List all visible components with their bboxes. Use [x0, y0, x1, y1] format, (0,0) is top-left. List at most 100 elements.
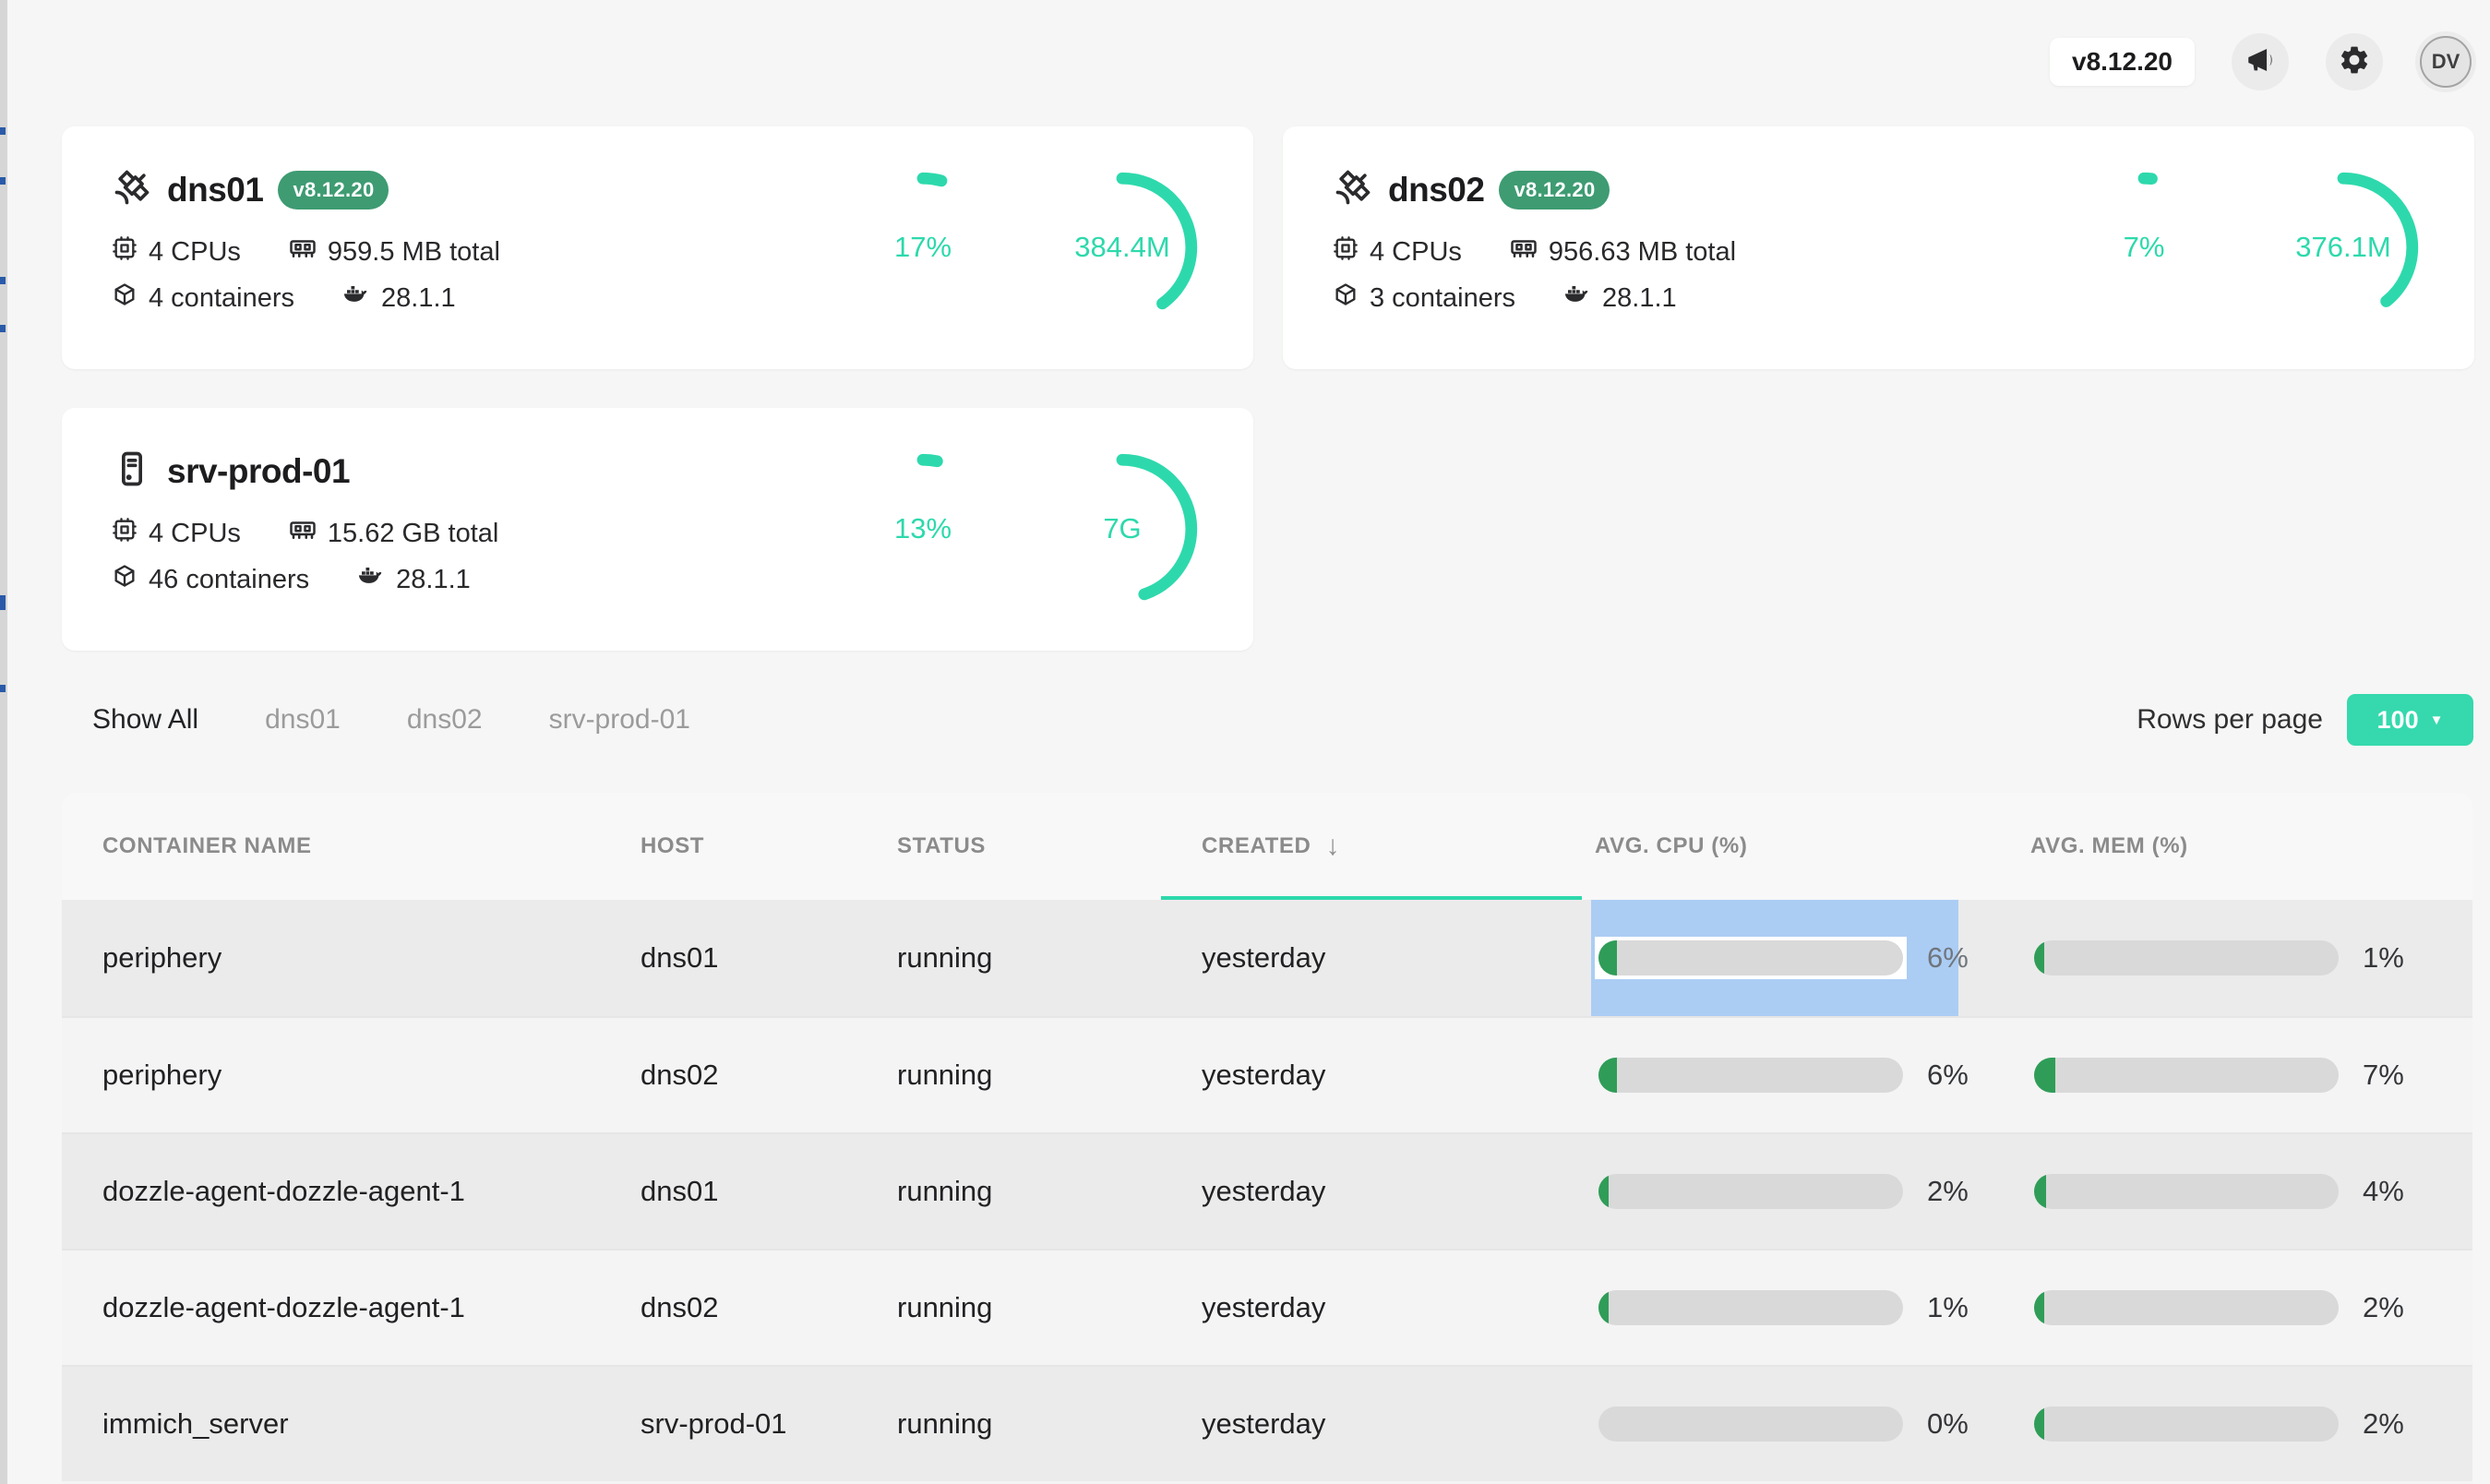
host-name: dns02	[1388, 171, 1484, 209]
cell-host: dns02	[600, 1291, 856, 1324]
edge-mark	[0, 595, 6, 610]
cell-container-name: immich_server	[62, 1407, 600, 1441]
chevron-down-icon: ▼	[2430, 712, 2444, 728]
cell-created: yesterday	[1161, 1407, 1582, 1441]
cell-avg-cpu: 6%	[1582, 900, 2017, 1016]
cpu-progress-bar	[1595, 1170, 1907, 1213]
filter-show-all[interactable]: Show All	[92, 704, 198, 736]
host-card-srv-prod-01[interactable]: srv-prod-01 4 CPUs 15.62 GB total 46 con…	[62, 408, 1253, 651]
edge-mark	[0, 177, 6, 185]
rows-per-page-control: Rows per page 100 ▼	[2137, 694, 2473, 746]
filter-dns02[interactable]: dns02	[407, 704, 483, 736]
satellite-icon	[112, 167, 152, 212]
cpu-value: 0%	[1927, 1407, 1969, 1441]
memory-gauge: 7G	[1044, 450, 1201, 607]
cpu-value: 2%	[1927, 1175, 1969, 1208]
containers-table: CONTAINER NAME HOST STATUS CREATED ↓ AVG…	[62, 793, 2472, 1484]
cell-host: dns01	[600, 1175, 856, 1208]
table-header-row: CONTAINER NAME HOST STATUS CREATED ↓ AVG…	[62, 793, 2472, 900]
server-tower-icon	[112, 449, 152, 494]
cpu-gauge-label: 17%	[844, 169, 1001, 326]
cpu-chip-icon	[112, 517, 138, 550]
col-header-status[interactable]: STATUS	[856, 793, 1161, 900]
cpu-progress-bar	[1595, 1054, 1907, 1096]
app-version-pill[interactable]: v8.12.20	[2050, 38, 2195, 86]
mem-progress-bar	[2030, 1170, 2342, 1213]
gear-icon	[2338, 43, 2371, 81]
cell-host: dns02	[600, 1059, 856, 1092]
cell-container-name: periphery	[62, 1059, 600, 1092]
cell-avg-mem: 4%	[2017, 1134, 2472, 1249]
rows-per-page-label: Rows per page	[2137, 704, 2323, 736]
host-name: dns01	[167, 171, 263, 209]
cell-container-name: dozzle-agent-dozzle-agent-1	[62, 1291, 600, 1324]
table-row[interactable]: dozzle-agent-dozzle-agent-1 dns01 runnin…	[62, 1132, 2472, 1249]
settings-button[interactable]	[2326, 33, 2383, 90]
mem-progress-bar	[2030, 1403, 2342, 1445]
cpu-gauge-label: 7%	[2065, 169, 2222, 326]
cpu-chip-icon	[112, 235, 138, 269]
memory-icon	[289, 516, 317, 551]
mem-progress-bar	[2030, 1287, 2342, 1329]
rows-per-page-select[interactable]: 100 ▼	[2347, 694, 2473, 746]
cell-avg-mem: 2%	[2017, 1251, 2472, 1365]
col-header-avg-cpu[interactable]: AVG. CPU (%)	[1582, 793, 2017, 900]
table-row[interactable]: periphery dns02 running yesterday 6% 7%	[62, 1016, 2472, 1132]
table-row[interactable]: periphery dns01 running yesterday 6% 1%	[62, 900, 2472, 1016]
host-card-dns02[interactable]: dns02 v8.12.20 4 CPUs 956.63 MB total 3 …	[1283, 126, 2474, 369]
cell-status: running	[856, 941, 1161, 975]
cell-avg-cpu: 6%	[1582, 1018, 2017, 1132]
mem-progress-bar	[2030, 1054, 2342, 1096]
host-docker-version: 28.1.1	[1602, 283, 1677, 314]
host-cpus: 4 CPUs	[149, 237, 241, 268]
filter-srv-prod-01[interactable]: srv-prod-01	[549, 704, 690, 736]
cell-avg-cpu: 0%	[1582, 1367, 2017, 1481]
cell-host: dns01	[600, 941, 856, 975]
host-card-dns01[interactable]: dns01 v8.12.20 4 CPUs 959.5 MB total 4 c…	[62, 126, 1253, 369]
docker-whale-icon	[1563, 281, 1591, 316]
col-header-container-name[interactable]: CONTAINER NAME	[62, 793, 600, 900]
host-containers: 3 containers	[1370, 283, 1515, 314]
cell-status: running	[856, 1175, 1161, 1208]
host-containers: 4 containers	[149, 283, 294, 314]
table-row[interactable]: dozzle-agent-dozzle-agent-1 dns02 runnin…	[62, 1249, 2472, 1365]
host-memory-total: 956.63 MB total	[1549, 237, 1736, 268]
cpu-gauge: 7%	[2065, 169, 2222, 326]
docker-whale-icon	[357, 562, 385, 597]
cpu-value: 6%	[1927, 1059, 1969, 1092]
cell-avg-mem: 1%	[2017, 900, 2472, 1016]
cell-avg-cpu: 1%	[1582, 1251, 2017, 1365]
memory-gauge: 384.4M	[1044, 169, 1201, 326]
host-version-badge: v8.12.20	[1499, 171, 1610, 209]
host-containers: 46 containers	[149, 565, 309, 595]
cpu-gauge-label: 13%	[844, 450, 1001, 607]
mem-progress-bar	[2030, 937, 2342, 979]
user-avatar[interactable]: DV	[2420, 36, 2472, 88]
host-version-badge: v8.12.20	[278, 171, 389, 209]
table-row[interactable]: immich_server srv-prod-01 running yester…	[62, 1365, 2472, 1481]
cpu-value: 6%	[1927, 941, 1969, 975]
col-header-host[interactable]: HOST	[600, 793, 856, 900]
mem-value: 2%	[2363, 1407, 2404, 1441]
host-docker-version: 28.1.1	[381, 283, 456, 314]
announcements-button[interactable]	[2232, 33, 2289, 90]
col-header-created[interactable]: CREATED ↓	[1161, 793, 1582, 900]
cell-status: running	[856, 1407, 1161, 1441]
memory-gauge: 376.1M	[2265, 169, 2422, 326]
edge-mark	[0, 325, 6, 332]
col-header-avg-mem[interactable]: AVG. MEM (%)	[2017, 793, 2472, 900]
filter-dns01[interactable]: dns01	[265, 704, 341, 736]
mem-value: 2%	[2363, 1291, 2404, 1324]
container-box-icon	[1333, 281, 1359, 315]
cell-status: running	[856, 1059, 1161, 1092]
host-name: srv-prod-01	[167, 452, 350, 491]
cpu-chip-icon	[1333, 235, 1359, 269]
host-memory-total: 15.62 GB total	[328, 519, 498, 549]
mem-value: 1%	[2363, 941, 2404, 975]
memory-gauge-label: 7G	[1044, 450, 1201, 607]
container-box-icon	[112, 281, 138, 315]
edge-mark	[0, 685, 6, 692]
cell-avg-mem: 7%	[2017, 1018, 2472, 1132]
rows-per-page-value: 100	[2377, 706, 2419, 735]
satellite-icon	[1333, 167, 1373, 212]
